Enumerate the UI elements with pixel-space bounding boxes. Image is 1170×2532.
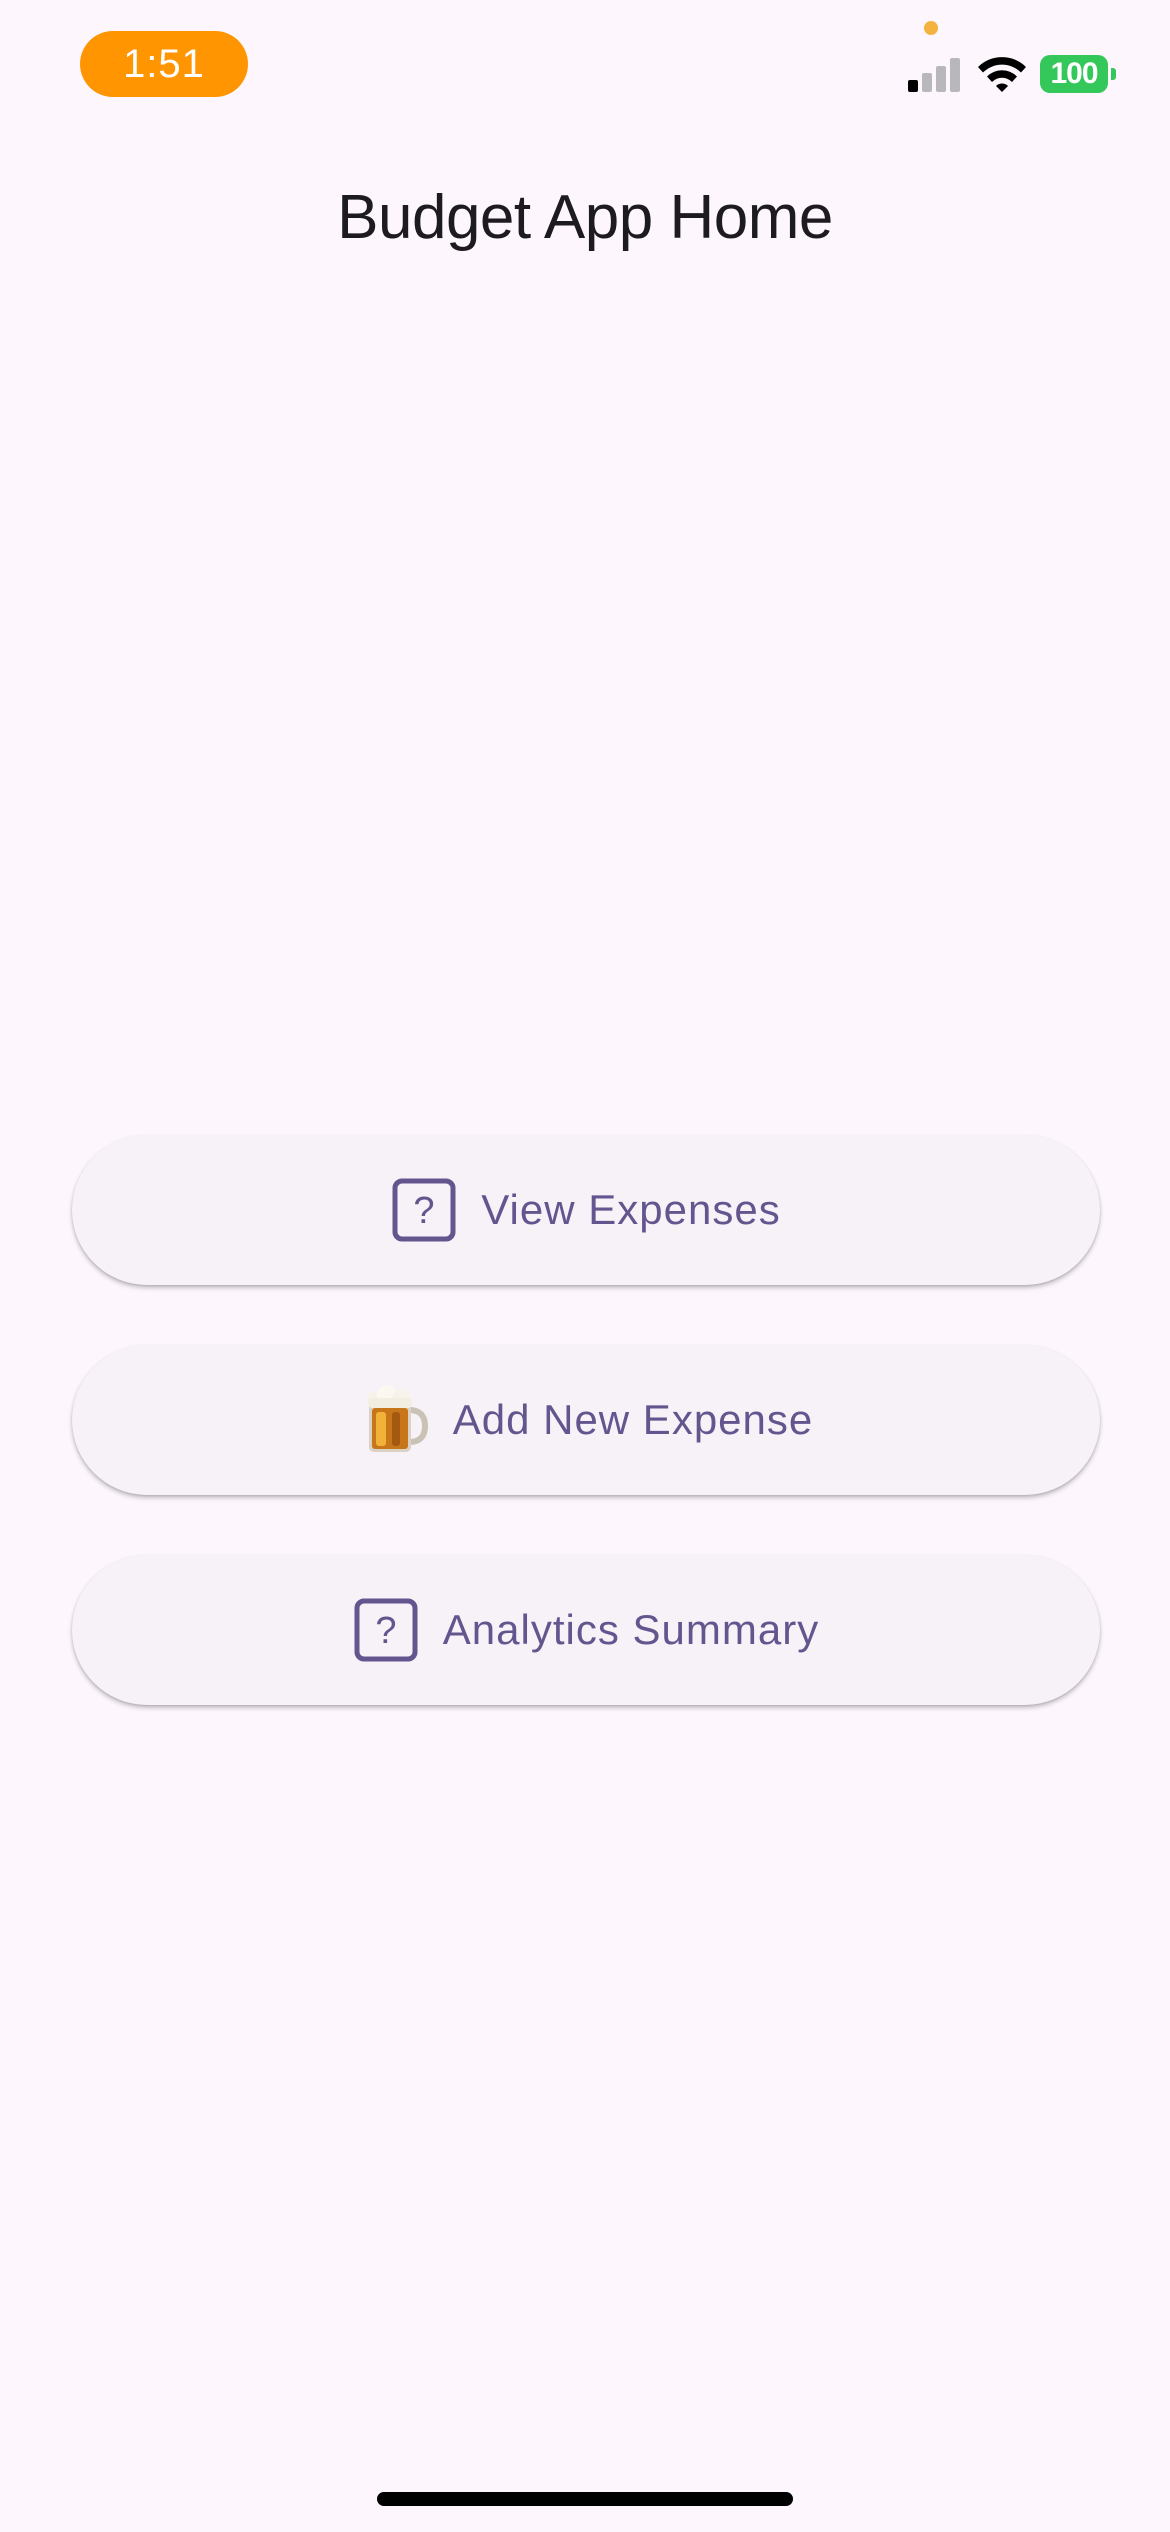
signal-bar-2 — [922, 73, 932, 92]
view-expenses-label: View Expenses — [481, 1186, 781, 1233]
svg-text:?: ? — [414, 1190, 435, 1232]
home-indicator[interactable] — [377, 2492, 793, 2506]
signal-bar-1 — [908, 80, 918, 92]
page-title: Budget App Home — [337, 183, 833, 252]
analytics-summary-button[interactable]: ? Analytics Summary — [72, 1555, 1100, 1705]
battery-level: 100 — [1040, 55, 1108, 93]
wifi-icon — [976, 54, 1028, 92]
screen: 1:51 100 Budget App Home ? View Expenses — [0, 0, 1170, 2532]
signal-bar-3 — [936, 66, 946, 92]
question-box-icon: ? — [391, 1177, 457, 1243]
beer-mug-icon — [359, 1384, 431, 1456]
status-time-pill[interactable]: 1:51 — [80, 31, 248, 97]
privacy-indicator-dot — [924, 21, 938, 35]
cellular-signal-icon — [908, 56, 960, 92]
battery-percent: 100 — [1050, 57, 1098, 90]
battery-tip — [1111, 68, 1116, 80]
status-time: 1:51 — [123, 41, 205, 86]
battery-icon: 100 — [1040, 55, 1116, 93]
add-new-expense-label: Add New Expense — [452, 1396, 814, 1443]
svg-text:?: ? — [375, 1610, 396, 1652]
signal-bar-4 — [950, 58, 960, 92]
view-expenses-button[interactable]: ? View Expenses — [72, 1135, 1100, 1285]
add-new-expense-button[interactable]: Add New Expense — [72, 1345, 1100, 1495]
analytics-summary-label: Analytics Summary — [442, 1606, 820, 1653]
question-box-icon: ? — [353, 1597, 419, 1663]
